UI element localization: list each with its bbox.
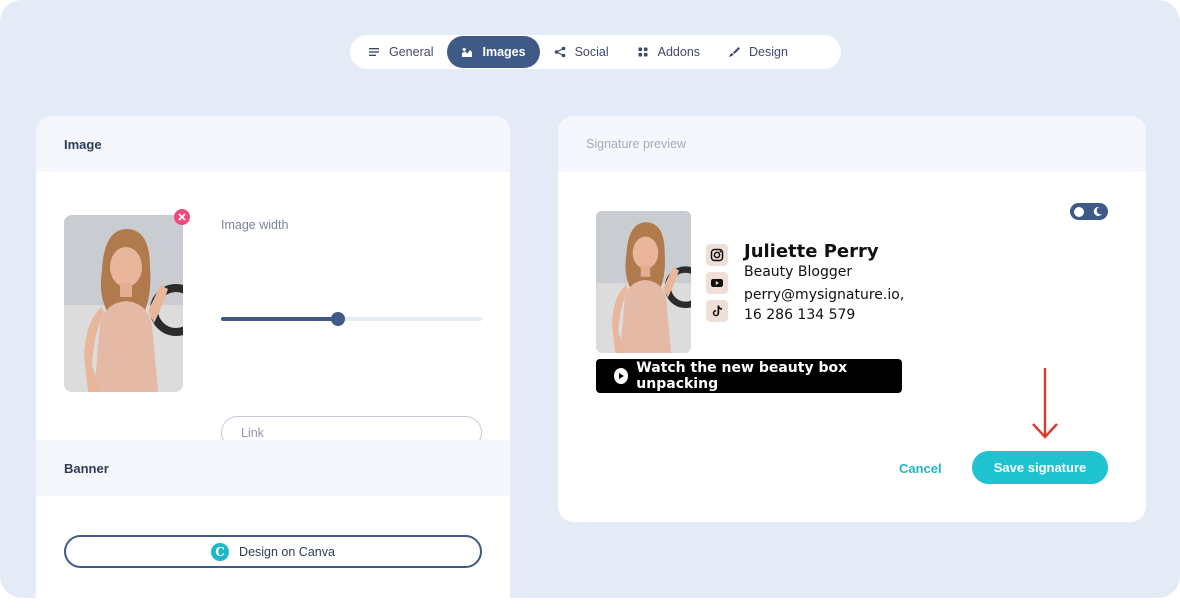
tab-label: Social <box>574 45 609 59</box>
toggle-knob <box>1074 206 1084 217</box>
tab-label: Addons <box>657 45 701 59</box>
grid-icon <box>637 46 649 58</box>
dark-mode-toggle[interactable] <box>1070 203 1108 220</box>
app-window: General Images Social Addons Design Imag… <box>0 0 1180 598</box>
avatar <box>64 215 183 392</box>
social-icons <box>706 244 728 322</box>
tab-label: Design <box>749 45 788 59</box>
remove-image-button[interactable] <box>174 209 190 225</box>
tab-bar: General Images Social Addons Design <box>350 35 841 69</box>
arrow-down-icon <box>1032 368 1058 439</box>
signature-photo <box>596 211 691 353</box>
brush-icon <box>728 46 741 58</box>
list-icon <box>368 46 380 58</box>
tab-social[interactable]: Social <box>540 36 623 68</box>
signature-email[interactable]: perry@mysignature.io, <box>744 287 904 303</box>
preview-title: Signature preview <box>558 116 1146 172</box>
cancel-button[interactable]: Cancel <box>899 461 942 476</box>
portrait-photo <box>596 211 691 353</box>
image-section: Image width <box>36 172 510 449</box>
editor-panel: Image Image width Link Banner C Design o… <box>36 116 510 598</box>
avatar-uploader[interactable] <box>64 209 190 392</box>
canva-icon: C <box>211 542 230 561</box>
image-section-title: Image <box>36 116 510 172</box>
banner-section-title: Banner <box>36 440 510 496</box>
instagram-icon[interactable] <box>706 244 728 266</box>
tiktok-icon[interactable] <box>706 300 728 322</box>
save-signature-button[interactable]: Save signature <box>972 451 1108 484</box>
moon-icon <box>1093 206 1102 216</box>
image-icon <box>461 46 473 58</box>
slider-fill <box>221 317 339 321</box>
share-icon <box>554 46 566 58</box>
tab-label: Images <box>482 45 526 59</box>
image-width-slider[interactable] <box>221 312 482 326</box>
signature-role: Beauty Blogger <box>744 264 853 280</box>
design-on-canva-button[interactable]: C Design on Canva <box>64 535 482 568</box>
signature-name: Juliette Perry <box>744 241 879 262</box>
tab-addons[interactable]: Addons <box>623 36 714 68</box>
play-icon <box>614 368 629 384</box>
tab-label: General <box>389 45 434 59</box>
canva-button-label: Design on Canva <box>239 544 335 559</box>
signature-preview-panel: Signature preview Juliette Perry Beauty … <box>558 116 1146 522</box>
portrait-photo <box>64 215 183 392</box>
tab-design[interactable]: Design <box>714 36 802 68</box>
signature-phone[interactable]: 16 286 134 579 <box>744 307 855 323</box>
youtube-icon[interactable] <box>706 272 728 294</box>
image-width-label: Image width <box>221 218 289 232</box>
video-button-label: Watch the new beauty box unpacking <box>636 360 848 392</box>
close-icon <box>178 213 186 221</box>
slider-thumb[interactable] <box>331 312 346 326</box>
tab-general[interactable]: General <box>354 36 447 68</box>
tab-images[interactable]: Images <box>447 36 540 68</box>
watch-video-button[interactable]: Watch the new beauty box unpacking <box>596 359 902 393</box>
